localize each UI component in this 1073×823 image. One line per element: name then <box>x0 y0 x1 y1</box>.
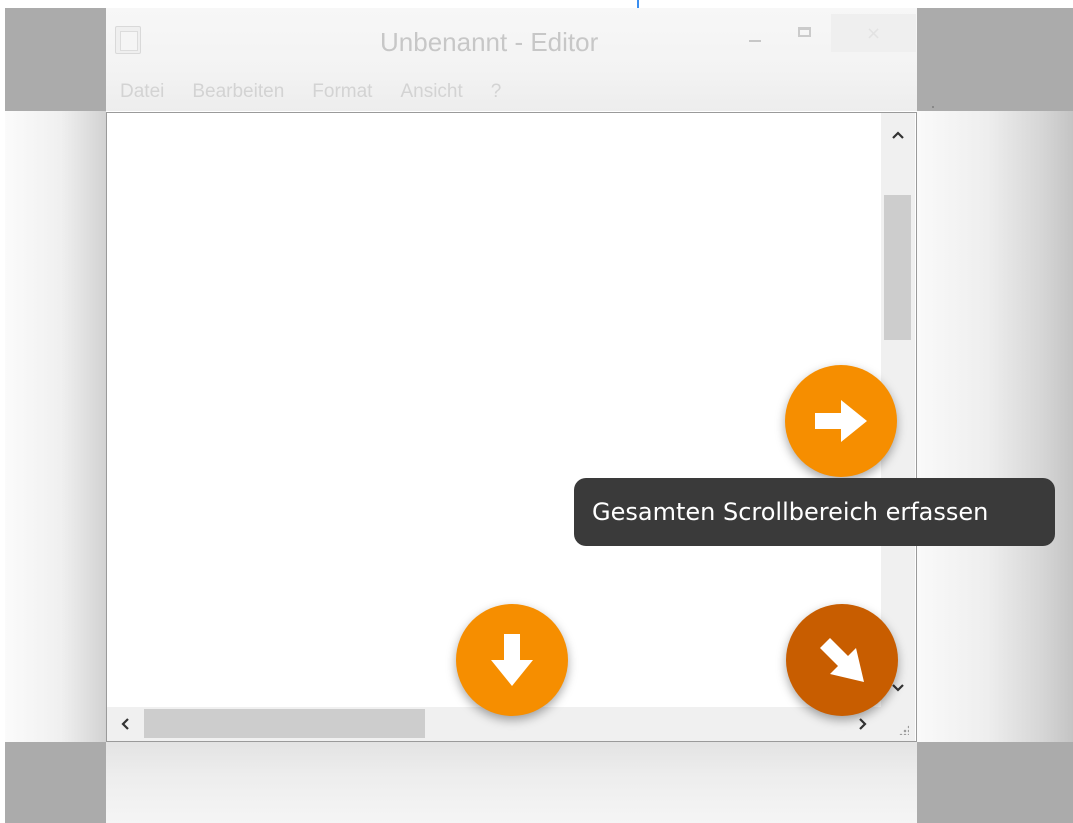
menu-item-format[interactable]: Format <box>312 81 372 103</box>
capture-full-scroll-area-button[interactable] <box>786 604 898 716</box>
dimmed-corner-top-right <box>917 8 1073 111</box>
arrow-right-icon <box>815 400 867 442</box>
vertical-scroll-thumb[interactable] <box>884 195 911 340</box>
maximize-button[interactable] <box>790 24 820 50</box>
menu-item-bearbeiten[interactable]: Bearbeiten <box>192 81 284 103</box>
notepad-app-icon <box>115 26 141 54</box>
menubar: Datei Bearbeiten Format Ansicht ? <box>108 76 908 108</box>
cursor-marker <box>637 0 639 8</box>
menu-item-help[interactable]: ? <box>491 81 502 103</box>
arrow-down-right-icon <box>820 638 864 682</box>
resize-grip-icon[interactable] <box>881 707 915 741</box>
menu-item-datei[interactable]: Datei <box>120 81 164 103</box>
dimmed-band-right <box>917 111 1073 742</box>
scroll-up-icon[interactable] <box>881 123 915 147</box>
capture-scroll-right-button[interactable] <box>785 365 897 477</box>
capture-tooltip: Gesamten Scrollbereich erfassen <box>574 478 1055 546</box>
minimize-button[interactable] <box>738 26 774 52</box>
window-title: Unbenannt - Editor <box>380 27 599 57</box>
close-button[interactable]: × <box>831 14 916 52</box>
capture-scroll-down-button[interactable] <box>456 604 568 716</box>
screenshot-capture-overlay: Unbenannt - Editor × Datei Bearbeiten Fo… <box>0 0 1073 823</box>
horizontal-scroll-thumb[interactable] <box>144 709 425 738</box>
dimmed-band-left <box>5 111 106 742</box>
dimmed-band-bottom <box>106 742 917 823</box>
menu-item-ansicht[interactable]: Ansicht <box>400 81 462 103</box>
dimmed-corner-bottom-left <box>5 742 106 823</box>
arrow-down-icon <box>491 634 533 686</box>
stray-pixel <box>932 106 934 108</box>
scroll-left-icon[interactable] <box>113 707 137 741</box>
dimmed-corner-bottom-right <box>917 742 1073 823</box>
dimmed-corner-top-left <box>5 8 106 111</box>
close-icon: × <box>865 23 882 44</box>
